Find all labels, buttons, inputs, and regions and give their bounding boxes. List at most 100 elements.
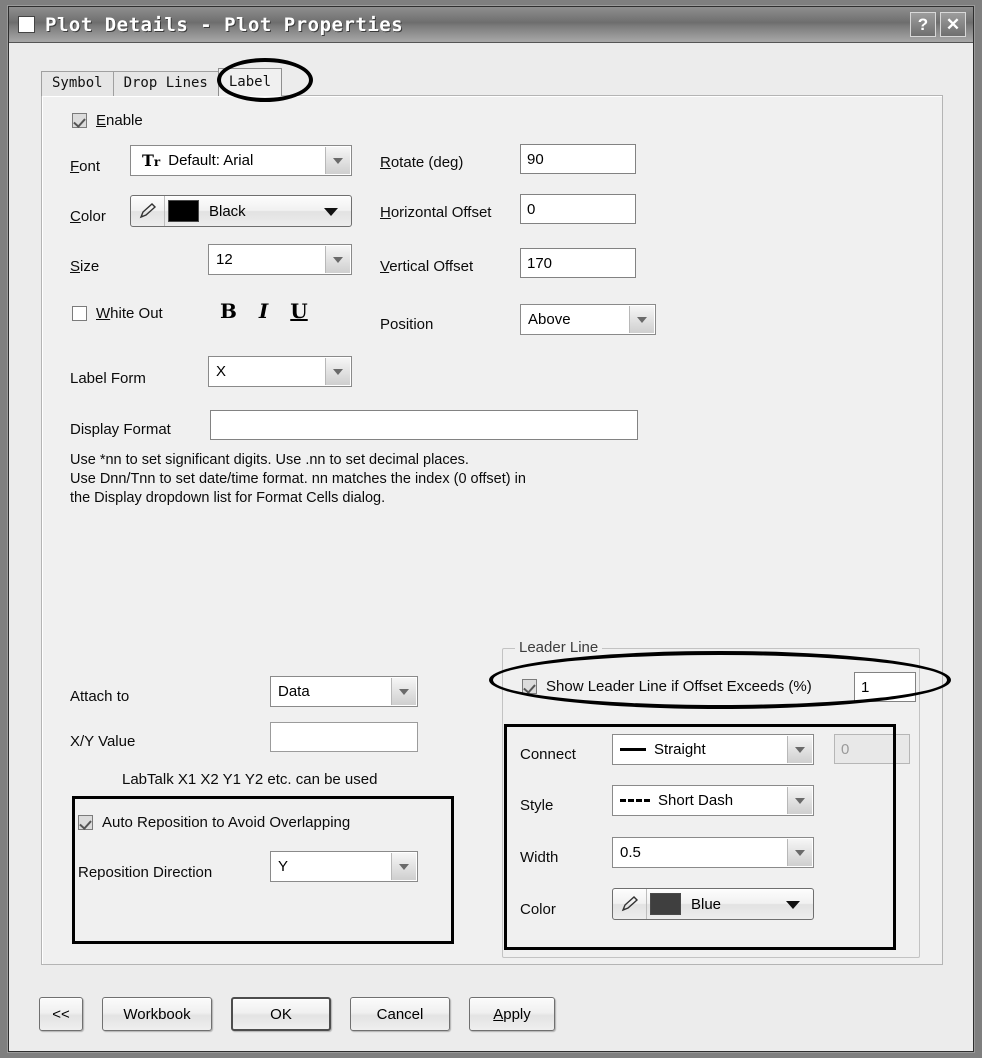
color-value: Black — [209, 202, 246, 220]
display-format-label: Display Format — [70, 421, 171, 438]
reposition-direction-combobox[interactable]: Y — [270, 851, 418, 882]
collapse-button[interactable]: << — [39, 997, 83, 1031]
width-combobox[interactable]: 0.5 — [612, 837, 814, 868]
color-swatch — [168, 200, 199, 222]
position-value: Above — [528, 311, 571, 328]
reposition-direction-value: Y — [278, 858, 289, 875]
labtalk-hint: LabTalk X1 X2 Y1 Y2 etc. can be used — [122, 771, 378, 788]
italic-button[interactable]: I — [259, 299, 268, 323]
short-dash-icon — [620, 799, 650, 802]
font-label: Font — [70, 158, 101, 175]
font-tt-icon: Tr — [142, 151, 161, 170]
leader-pencil-icon[interactable] — [613, 889, 647, 919]
leader-color-swatch — [650, 893, 681, 915]
xy-value-label: X/Y Value — [70, 733, 136, 750]
label-form-label: Label Form — [70, 370, 146, 387]
position-label: Position — [380, 316, 434, 333]
color-dropdown-arrow[interactable] — [324, 208, 338, 216]
label-form-combobox[interactable]: X — [208, 356, 352, 387]
title-bar: Plot Details - Plot Properties ? ✕ — [9, 7, 973, 43]
connect-label: Connect — [520, 746, 576, 763]
width-value: 0.5 — [620, 844, 641, 861]
straight-line-icon — [620, 748, 646, 751]
tab-label[interactable]: Label — [217, 68, 283, 96]
size-dropdown-arrow[interactable] — [325, 246, 350, 273]
vertical-offset-input[interactable]: 170 — [520, 248, 636, 278]
attach-to-combobox[interactable]: Data — [270, 676, 418, 707]
tab-drop-lines[interactable]: Drop Lines — [112, 71, 219, 96]
label-form-value: X — [216, 363, 227, 380]
reposition-direction-label: Reposition Direction — [78, 864, 213, 881]
width-dropdown-arrow[interactable] — [787, 839, 812, 866]
close-button[interactable]: ✕ — [940, 12, 966, 37]
font-value: Default: Arial — [168, 152, 254, 169]
window-title: Plot Details - Plot Properties — [45, 13, 404, 36]
font-style-buttons: B I U — [220, 299, 308, 323]
width-label: Width — [520, 849, 559, 866]
vertical-offset-label: Vertical Offset — [380, 258, 474, 275]
style-value: Short Dash — [658, 792, 734, 809]
position-combobox[interactable]: Above — [520, 304, 656, 335]
font-dropdown-arrow[interactable] — [325, 147, 350, 174]
position-dropdown-arrow[interactable] — [629, 306, 654, 333]
dialog-buttons: << Workbook OK Cancel Apply — [39, 997, 555, 1031]
style-label: Style — [520, 797, 554, 814]
horizontal-offset-label: Horizontal Offset — [380, 204, 492, 221]
tab-strip: Symbol Drop Lines Label — [41, 68, 283, 96]
label-form-dropdown-arrow[interactable] — [325, 358, 350, 385]
leader-line-legend: Leader Line — [515, 639, 603, 656]
show-leader-line-checkbox[interactable] — [522, 679, 537, 694]
cancel-button[interactable]: Cancel — [350, 997, 450, 1031]
connect-extra-input: 0 — [834, 734, 910, 764]
leader-color-value: Blue — [691, 895, 722, 913]
help-button[interactable]: ? — [910, 12, 936, 37]
enable-checkbox[interactable] — [72, 113, 87, 128]
workbook-button[interactable]: Workbook — [102, 997, 212, 1031]
window-icon — [18, 16, 35, 33]
color-combobox[interactable]: Black — [130, 195, 352, 227]
style-dropdown-arrow[interactable] — [787, 787, 812, 814]
connect-dropdown-arrow[interactable] — [787, 736, 812, 763]
rotate-input[interactable]: 90 — [520, 144, 636, 174]
size-combobox[interactable]: 12 — [208, 244, 352, 275]
leader-color-label: Color — [520, 901, 556, 918]
underline-button[interactable]: U — [290, 299, 307, 323]
apply-button[interactable]: Apply — [469, 997, 555, 1031]
leader-color-combobox[interactable]: Blue — [612, 888, 814, 920]
enable-label: Enable — [96, 112, 143, 129]
attach-to-label: Attach to — [70, 688, 130, 705]
pencil-icon[interactable] — [131, 196, 165, 226]
reposition-direction-dropdown-arrow[interactable] — [391, 853, 416, 880]
style-combobox[interactable]: Short Dash — [612, 785, 814, 816]
show-leader-line-row[interactable]: Show Leader Line if Offset Exceeds (%) — [522, 678, 812, 695]
white-out-row[interactable]: White Out — [72, 305, 163, 322]
font-combobox[interactable]: Tr Default: Arial — [130, 145, 352, 176]
enable-row[interactable]: Enable — [72, 112, 143, 129]
white-out-label: White Out — [96, 305, 163, 322]
show-leader-line-label: Show Leader Line if Offset Exceeds (%) — [546, 678, 812, 695]
color-label: Color — [70, 208, 106, 225]
bold-button[interactable]: B — [220, 299, 237, 323]
leader-line-offset-input[interactable]: 1 — [854, 672, 916, 702]
horizontal-offset-input[interactable]: 0 — [520, 194, 636, 224]
auto-reposition-checkbox[interactable] — [78, 815, 93, 830]
size-value: 12 — [216, 251, 233, 268]
tab-symbol[interactable]: Symbol — [41, 71, 114, 96]
dialog-body: Symbol Drop Lines Label Enable Font Tr D… — [9, 43, 973, 1051]
rotate-label: Rotate (deg) — [380, 154, 464, 171]
connect-combobox[interactable]: Straight — [612, 734, 814, 765]
ok-button[interactable]: OK — [231, 997, 331, 1031]
connect-value: Straight — [654, 741, 706, 758]
label-tab-panel: Enable Font Tr Default: Arial Color Blac… — [41, 95, 943, 965]
leader-color-dropdown-arrow[interactable] — [786, 901, 800, 909]
size-label: Size — [70, 258, 100, 275]
display-format-input[interactable] — [210, 410, 638, 440]
auto-reposition-label: Auto Reposition to Avoid Overlapping — [102, 814, 351, 831]
title-bar-buttons: ? ✕ — [910, 12, 966, 37]
attach-to-dropdown-arrow[interactable] — [391, 678, 416, 705]
xy-value-input[interactable] — [270, 722, 418, 752]
display-format-help: Use *nn to set significant digits. Use .… — [70, 452, 526, 506]
white-out-checkbox[interactable] — [72, 306, 87, 321]
plot-details-dialog: Plot Details - Plot Properties ? ✕ Symbo… — [8, 6, 974, 1052]
auto-reposition-row[interactable]: Auto Reposition to Avoid Overlapping — [78, 814, 350, 831]
